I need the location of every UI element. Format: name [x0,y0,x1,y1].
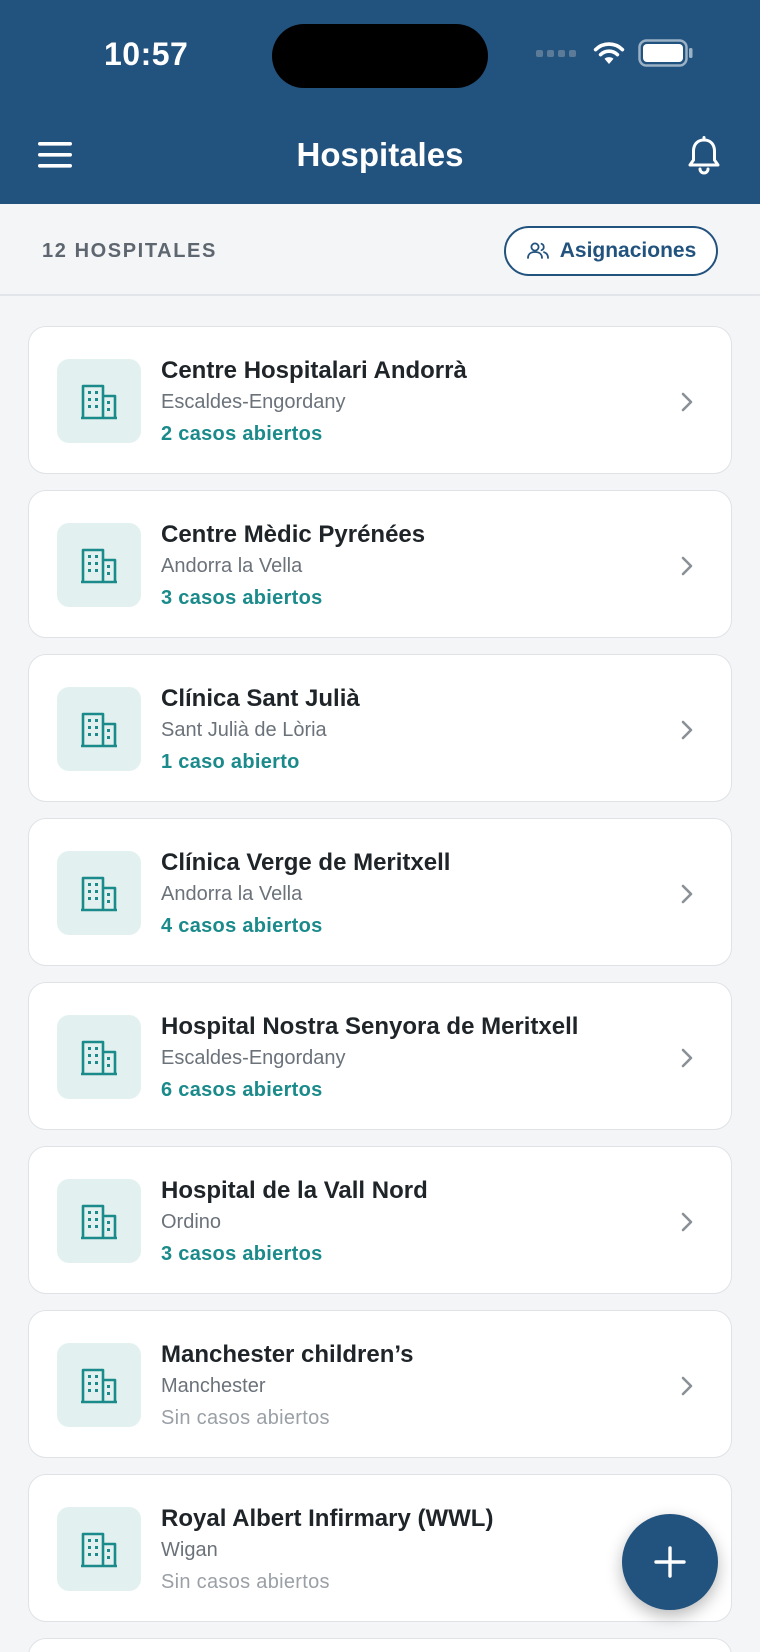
open-cases-count: Sin casos abiertos [161,1571,330,1593]
chevron-right-icon [681,720,693,740]
hospital-city: Wigan [161,1539,218,1561]
chevron-right-icon [681,556,693,576]
hospital-count: 12 HOSPITALES [42,240,217,262]
hospital-icon-box [57,1015,141,1099]
add-hospital-button[interactable] [622,1514,718,1610]
users-icon [526,242,549,259]
building-icon [81,1532,117,1568]
status-time: 10:57 [104,36,189,72]
hospital-city: Andorra la Vella [161,883,303,905]
status-icons [536,38,694,68]
chevron-right-icon [681,1376,693,1396]
hospital-icon-box [57,851,141,935]
hospital-card[interactable]: Manchester children’s Manchester Sin cas… [28,1310,732,1458]
dynamic-island [272,24,488,88]
hospital-icon-box [57,1343,141,1427]
hospital-icon-box [57,359,141,443]
hospital-city: Manchester [161,1375,266,1397]
chevron-right-icon [681,1212,693,1232]
chevron-right-icon [681,884,693,904]
building-icon [81,1204,117,1240]
hospital-card[interactable]: Clínica Verge de Meritxell Andorra la Ve… [28,818,732,966]
chevron-right-icon [681,1048,693,1068]
hospital-city: Ordino [161,1211,222,1233]
hospital-card[interactable]: Centre Mèdic Pyrénées Andorra la Vella 3… [28,490,732,638]
hospital-name: Centre Hospitalari Andorrà [161,357,467,384]
hospital-name: Clínica Sant Julià [161,685,360,712]
assignments-label: Asignaciones [559,239,697,262]
hospital-card[interactable]: Hospital Nostra Senyora de Meritxell Esc… [28,982,732,1130]
building-icon [81,384,117,420]
hospital-card-partial[interactable] [28,1638,732,1652]
open-cases-count: 4 casos abiertos [161,915,323,937]
open-cases-count: 3 casos abiertos [161,1243,323,1265]
hospital-name: Hospital de la Vall Nord [161,1177,428,1204]
open-cases-count: 3 casos abiertos [161,587,323,609]
hospital-icon-box [57,523,141,607]
bell-icon [688,136,720,175]
hospital-name: Royal Albert Infirmary (WWL) [161,1505,494,1532]
hospital-name: Centre Mèdic Pyrénées [161,521,426,548]
hospital-card[interactable]: Clínica Sant Julià Sant Julià de Lòria 1… [28,654,732,802]
building-icon [81,1040,117,1076]
app-header: 10:57 Hospitales [0,0,760,204]
hospital-name: Clínica Verge de Meritxell [161,849,451,876]
open-cases-count: Sin casos abiertos [161,1407,330,1429]
hospital-icon-box [57,687,141,771]
building-icon [81,548,117,584]
hospital-icon-box [57,1179,141,1263]
hospital-name: Hospital Nostra Senyora de Meritxell [161,1013,579,1040]
hospital-card[interactable]: Centre Hospitalari Andorrà Escaldes-Engo… [28,326,732,474]
building-icon [81,1368,117,1404]
cellular-signal-icon [536,49,576,57]
notifications-button[interactable] [686,136,722,176]
page-title: Hospitales [296,136,464,173]
hospital-card[interactable]: Hospital de la Vall Nord Ordino 3 casos … [28,1146,732,1294]
hospital-city: Escaldes-Engordany [161,391,346,413]
building-icon [81,712,117,748]
hospital-city: Escaldes-Engordany [161,1047,346,1069]
hospital-name: Manchester children’s [161,1341,414,1368]
hospital-city: Sant Julià de Lòria [161,719,327,741]
open-cases-count: 6 casos abiertos [161,1079,323,1101]
plus-icon [654,1546,686,1578]
hospital-city: Andorra la Vella [161,555,303,577]
battery-icon [638,39,693,67]
list-toolbar: 12 HOSPITALES Asignaciones [0,204,760,296]
assignments-button[interactable]: Asignaciones [504,226,718,276]
hospital-icon-box [57,1507,141,1591]
building-icon [81,876,117,912]
chevron-right-icon [681,392,693,412]
wifi-icon [593,42,625,64]
open-cases-count: 2 casos abiertos [161,423,323,445]
open-cases-count: 1 caso abierto [161,751,300,773]
